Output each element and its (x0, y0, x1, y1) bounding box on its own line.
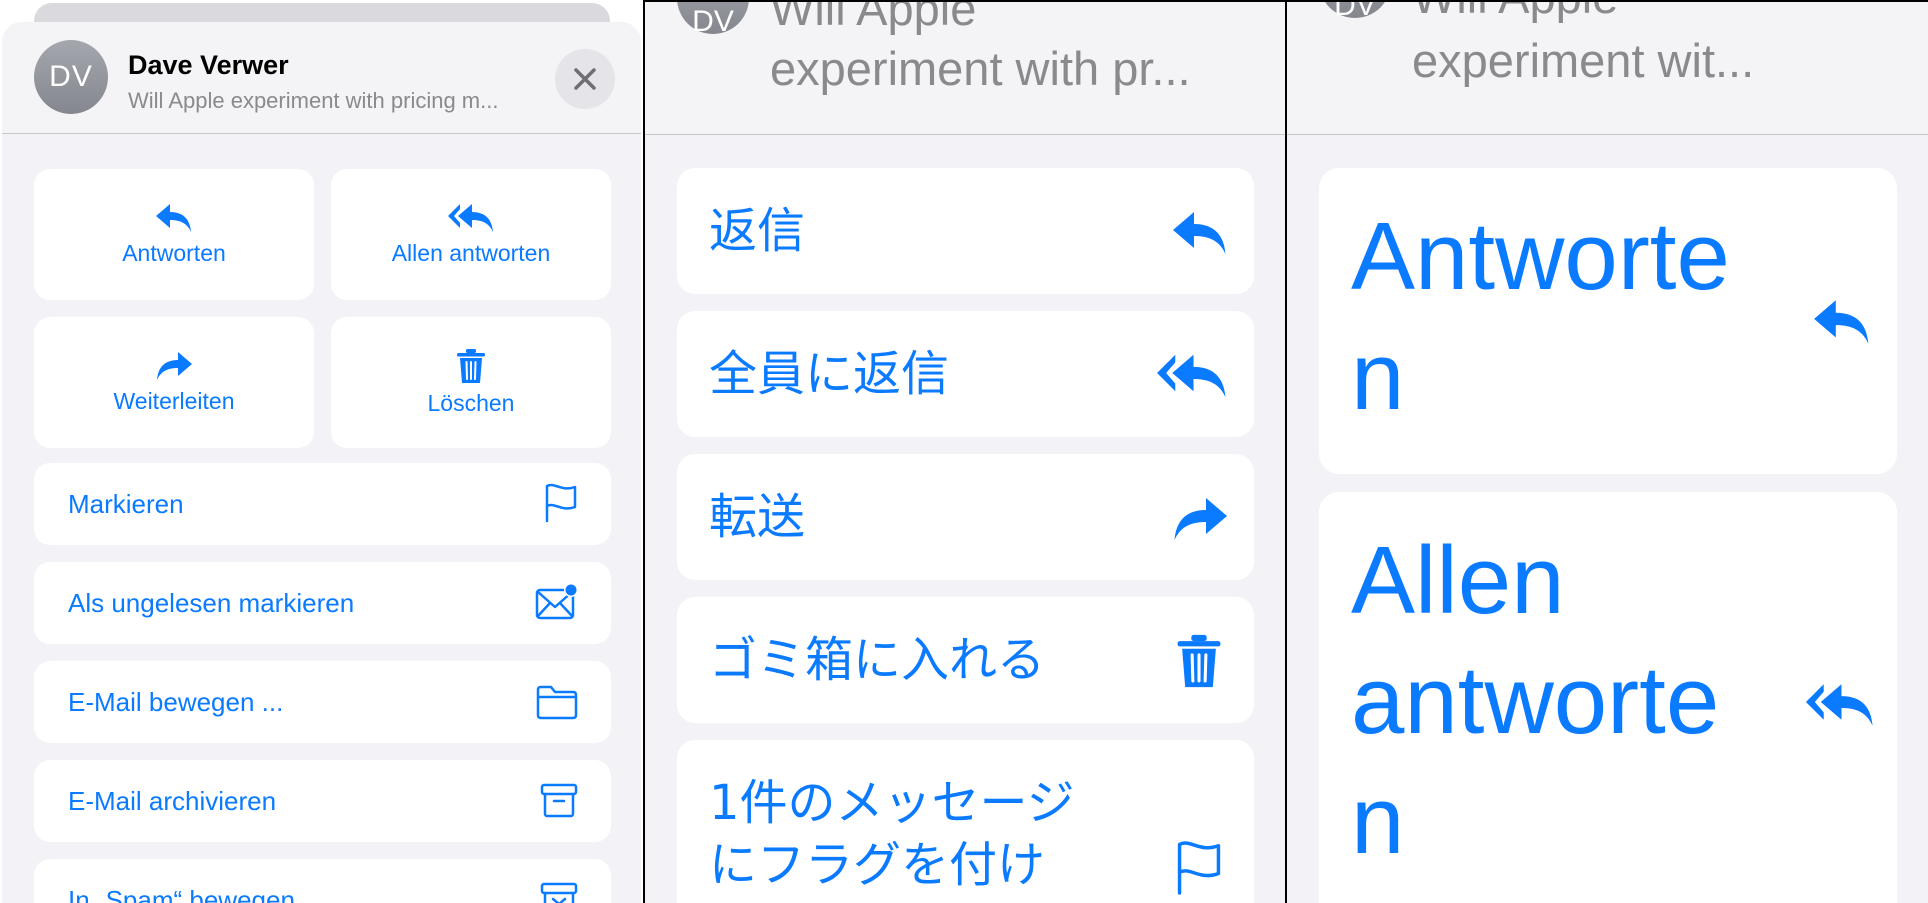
forward-icon (1174, 498, 1227, 540)
trash-label: ゴミ箱に入れる (709, 632, 1046, 688)
flag-icon (1177, 841, 1221, 895)
move-to-junk-label: In „Spam“ bewegen (68, 885, 295, 903)
delete-button[interactable]: Löschen (331, 317, 611, 448)
message-subject-line-2: experiment with pr... (770, 42, 1191, 95)
archive-label: E-Mail archivieren (68, 786, 277, 816)
sender-name: Dave Verwer (128, 50, 289, 80)
close-icon (574, 68, 596, 90)
reply-all-label-line-3: n (1351, 767, 1405, 874)
flag-icon (545, 483, 577, 523)
trash-icon (457, 349, 485, 383)
close-button[interactable] (555, 49, 615, 109)
avatar: DV (677, 2, 749, 38)
reply-label-line-2: n (1351, 323, 1405, 430)
actions-sheet: DV Dave Verwer Will Apple experiment wit… (2, 22, 641, 903)
reply-icon (1814, 300, 1869, 344)
avatar: DV (1319, 2, 1391, 22)
reply-icon (156, 204, 191, 232)
flag-message-row[interactable]: 1件のメッセージ にフラグを付け (677, 740, 1254, 903)
mail-actions-panel-german: DV Dave Verwer Will Apple experiment wit… (0, 0, 643, 903)
sheet-header: DV Will Apple experiment with pr... (645, 2, 1285, 135)
reply-button[interactable]: Antworten (34, 169, 314, 300)
mail-actions-panel-japanese: DV Will Apple experiment with pr... 返信 全… (645, 0, 1285, 903)
forward-icon (157, 352, 192, 380)
flag-message-label-line-2: にフラグを付け (709, 837, 1046, 893)
sheet-header: DV Dave Verwer Will Apple experiment wit… (2, 22, 641, 134)
mail-actions-panel-accessibility: DV Will Apple experiment wit... Antworte… (1287, 0, 1928, 903)
reply-all-icon (1157, 354, 1226, 398)
reply-all-icon (1805, 684, 1873, 726)
reply-row[interactable]: Antworte n (1319, 168, 1897, 474)
reply-all-label-line-2: antworte (1351, 647, 1720, 754)
reply-all-button[interactable]: Allen antworten (331, 169, 611, 300)
reply-all-row[interactable]: Allen antworte n (1319, 492, 1897, 903)
reply-row[interactable]: 返信 (677, 168, 1254, 294)
forward-label: 転送 (709, 489, 806, 545)
message-subject: Will Apple experiment with pricing m... (128, 88, 499, 113)
archive-row[interactable]: E-Mail archivieren (34, 760, 611, 842)
forward-label: Weiterleiten (113, 388, 235, 414)
reply-all-icon (448, 204, 493, 232)
reply-icon (1173, 212, 1226, 254)
sheet-header: DV Will Apple experiment wit... (1287, 2, 1928, 135)
message-subject-line-1: Will Apple (770, 0, 977, 35)
forward-row[interactable]: 転送 (677, 454, 1254, 580)
delete-label: Löschen (427, 390, 515, 416)
reply-label: Antworten (122, 240, 226, 266)
archive-icon (540, 783, 578, 818)
reply-label: 返信 (709, 203, 806, 259)
reply-label-line-1: Antworte (1351, 203, 1730, 310)
reply-all-label: Allen antworten (391, 240, 551, 266)
trash-row[interactable]: ゴミ箱に入れる (677, 597, 1254, 723)
move-message-label: E-Mail bewegen ... (68, 687, 284, 717)
reply-all-label-line-1: Allen (1351, 527, 1565, 634)
junk-icon (540, 882, 578, 903)
message-subject-line-2: experiment wit... (1412, 34, 1755, 87)
trash-icon (1177, 634, 1221, 688)
reply-all-row[interactable]: 全員に返信 (677, 311, 1254, 437)
unread-envelope-icon (535, 583, 578, 620)
flag-message-label-line-1: 1件のメッセージ (709, 775, 1075, 831)
forward-button[interactable]: Weiterleiten (34, 317, 314, 448)
message-subject-line-1: Will Apple (1412, 2, 1618, 26)
flag-row[interactable]: Markieren (34, 463, 611, 545)
move-to-junk-row[interactable]: In „Spam“ bewegen (34, 859, 611, 903)
folder-icon (536, 685, 578, 720)
reply-all-label: 全員に返信 (709, 346, 950, 402)
avatar: DV (34, 40, 108, 114)
mark-unread-row[interactable]: Als ungelesen markieren (34, 562, 611, 644)
mark-unread-label: Als ungelesen markieren (68, 588, 355, 618)
flag-label: Markieren (68, 489, 184, 519)
move-message-row[interactable]: E-Mail bewegen ... (34, 661, 611, 743)
